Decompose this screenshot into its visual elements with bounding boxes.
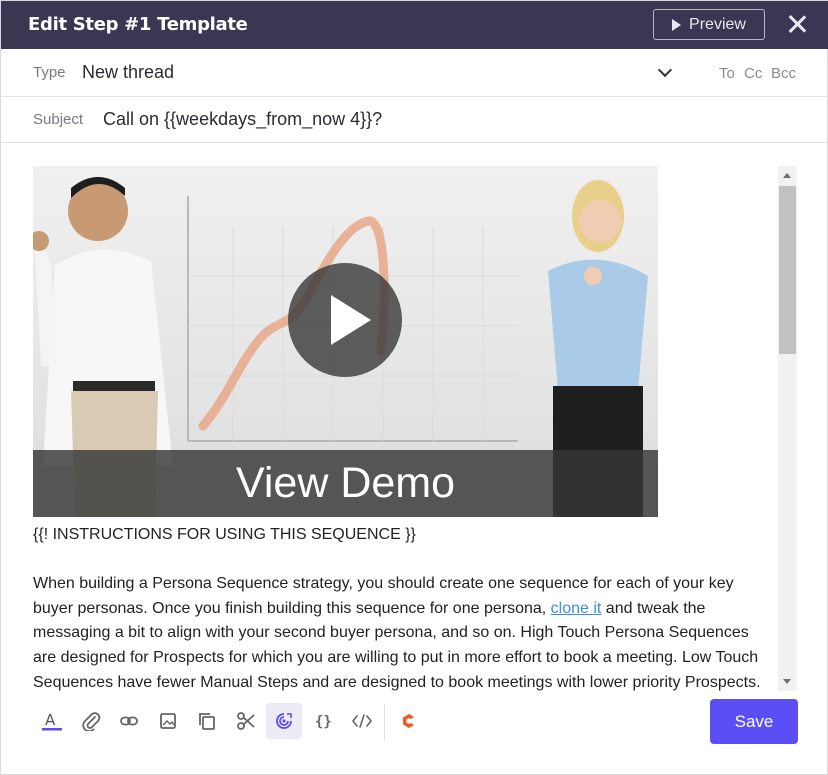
- modal-title: Edit Step #1 Template: [28, 14, 248, 35]
- body-paragraph: When building a Persona Sequence strateg…: [33, 572, 773, 695]
- preview-button-label: Preview: [689, 15, 746, 33]
- image-icon[interactable]: [150, 703, 186, 739]
- track-icon[interactable]: [266, 703, 302, 739]
- editor-toolbar: A {} Save: [1, 699, 828, 747]
- video-caption: View Demo: [33, 450, 658, 517]
- subject-label: Subject: [33, 111, 84, 128]
- brand-icon[interactable]: [391, 703, 427, 739]
- close-icon[interactable]: [784, 10, 810, 38]
- type-select[interactable]: New thread: [82, 62, 174, 83]
- text-color-icon[interactable]: A: [34, 703, 70, 739]
- modal-header: Edit Step #1 Template Preview: [1, 1, 828, 49]
- svg-text:{}: {}: [315, 714, 332, 730]
- instructions-heading: {{! INSTRUCTIONS FOR USING THIS SEQUENCE…: [33, 526, 416, 543]
- scrollbar-thumb[interactable]: [779, 186, 796, 354]
- play-icon: [672, 18, 682, 31]
- scroll-up-arrow-icon[interactable]: [783, 173, 791, 178]
- bcc-toggle[interactable]: Bcc: [771, 65, 796, 82]
- chevron-down-icon[interactable]: [657, 62, 673, 78]
- svg-text:A: A: [45, 711, 56, 729]
- cut-icon[interactable]: [228, 703, 264, 739]
- save-button[interactable]: Save: [710, 699, 798, 744]
- clone-it-link[interactable]: clone it: [551, 600, 602, 617]
- subject-input[interactable]: Call on {{weekdays_from_now 4}}?: [103, 109, 382, 130]
- link-icon[interactable]: [111, 703, 147, 739]
- cc-toggle[interactable]: Cc: [744, 65, 762, 82]
- play-icon[interactable]: [288, 263, 402, 377]
- scroll-down-arrow-icon[interactable]: [783, 679, 791, 684]
- to-toggle[interactable]: To: [719, 65, 735, 82]
- type-row: Type New thread To Cc Bcc: [1, 49, 828, 97]
- demo-video-thumbnail[interactable]: View Demo: [33, 166, 658, 517]
- preview-button[interactable]: Preview: [653, 9, 765, 40]
- copy-icon[interactable]: [189, 703, 225, 739]
- edit-template-modal: Edit Step #1 Template Preview Type New t…: [0, 0, 828, 775]
- subject-row: Subject Call on {{weekdays_from_now 4}}?: [1, 97, 828, 143]
- editor-scrollbar[interactable]: [778, 166, 797, 691]
- email-body-text[interactable]: {{! INSTRUCTIONS FOR USING THIS SEQUENCE…: [33, 523, 773, 695]
- attachment-icon[interactable]: [73, 703, 109, 739]
- type-label: Type: [33, 64, 66, 81]
- variables-icon[interactable]: {}: [305, 703, 341, 739]
- code-icon[interactable]: [344, 703, 380, 739]
- email-body-editor[interactable]: View Demo {{! INSTRUCTIONS FOR USING THI…: [1, 143, 828, 691]
- toolbar-divider: [384, 704, 385, 740]
